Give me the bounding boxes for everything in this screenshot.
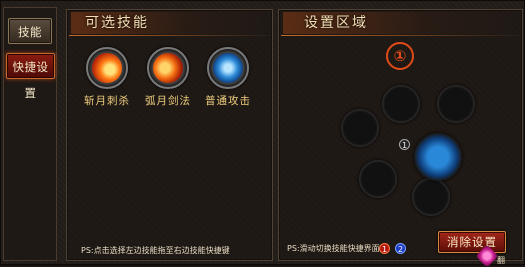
- settings-area-title: 设置区域: [304, 15, 368, 31]
- shortcut-slot-mid-left[interactable]: [341, 109, 379, 147]
- skill-item-crescent[interactable]: 弧月剑法: [138, 47, 198, 108]
- crescent-moon-icon[interactable]: [147, 47, 189, 89]
- header-divider: [69, 35, 270, 36]
- tab-column: 技能 快捷设置: [3, 7, 57, 261]
- right-hint-text: PS:滑动切换技能快捷界面: [287, 244, 380, 253]
- skill-label: 普通攻击: [205, 95, 251, 107]
- available-skills-title: 可选技能: [85, 15, 149, 31]
- skill-label: 斩月刺杀: [84, 95, 130, 107]
- clear-settings-button[interactable]: 消除设置: [438, 231, 506, 253]
- skill-item-normal-attack[interactable]: 普通攻击: [198, 47, 258, 108]
- page-indicator-2[interactable]: 2: [395, 243, 406, 254]
- sword-icon[interactable]: [207, 47, 249, 89]
- shortcut-slot-bottom-left[interactable]: [359, 160, 397, 198]
- circled-one-marker: ①: [386, 42, 414, 70]
- game-window: 技能 快捷设置 可选技能 斩月刺杀 弧月剑法 普通攻击 PS:点击选择左边技能拖…: [0, 0, 525, 267]
- sword-core: [213, 53, 243, 83]
- tab-skills[interactable]: 技能: [8, 18, 52, 44]
- shortcut-slot-bottom[interactable]: [412, 178, 450, 216]
- skill-item-slash[interactable]: 斩月刺杀: [77, 47, 137, 108]
- skill-label: 弧月剑法: [145, 95, 191, 107]
- available-skills-panel: 可选技能 斩月刺杀 弧月剑法 普通攻击 PS:点击选择左边技能拖至右边技能快捷键: [66, 9, 273, 261]
- shortcut-slot-top-right[interactable]: [437, 85, 475, 123]
- settings-area-panel: 设置区域 ① 1 PS:滑动切换技能快捷界面 1 2 消除设置 翻: [278, 9, 523, 267]
- fire-slash-icon[interactable]: [86, 47, 128, 89]
- flip-label: 翻: [497, 256, 505, 265]
- tab-shortcut-settings[interactable]: 快捷设置: [6, 53, 55, 100]
- crescent-moon-core: [153, 53, 183, 83]
- header-divider: [281, 35, 520, 36]
- fire-slash-core: [92, 53, 122, 83]
- slot-number-badge: 1: [399, 139, 410, 150]
- sword-icon[interactable]: [414, 133, 462, 181]
- shortcut-slot-top-left[interactable]: [382, 85, 420, 123]
- page-indicator-1[interactable]: 1: [379, 243, 390, 254]
- left-hint-text: PS:点击选择左边技能拖至右边技能快捷键: [81, 246, 230, 255]
